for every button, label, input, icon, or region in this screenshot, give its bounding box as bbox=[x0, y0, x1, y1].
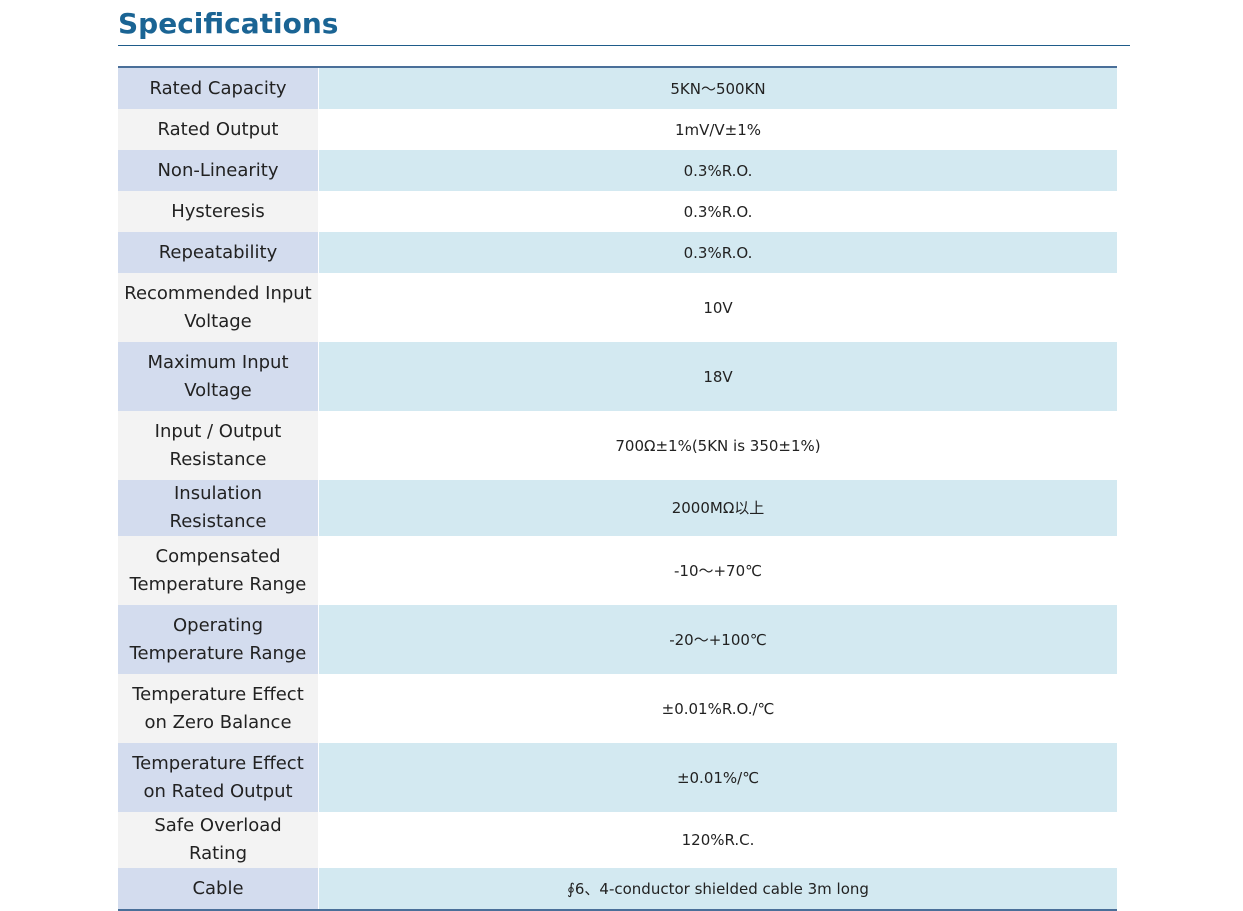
spec-label: Hysteresis bbox=[118, 191, 319, 232]
spec-value: ∮6、4-conductor shielded cable 3m long bbox=[318, 868, 1117, 910]
spec-value: 10V bbox=[318, 273, 1117, 342]
spec-label: Non-Linearity bbox=[118, 150, 319, 191]
spec-value: 5KN～500KN bbox=[318, 67, 1117, 109]
table-row: Insulation Resistance 2000MΩ以上 bbox=[118, 480, 1117, 536]
spec-value: ±0.01%/℃ bbox=[318, 743, 1117, 812]
spec-label: Cable bbox=[118, 868, 319, 910]
table-row: Rated Output 1mV/V±1% bbox=[118, 109, 1117, 150]
spec-label: Recommended Input Voltage bbox=[118, 273, 319, 342]
spec-label: Compensated Temperature Range bbox=[118, 536, 319, 605]
table-row: Operating Temperature Range -20～+100℃ bbox=[118, 605, 1117, 674]
table-row: Temperature Effect on Zero Balance ±0.01… bbox=[118, 674, 1117, 743]
spec-label: Operating Temperature Range bbox=[118, 605, 319, 674]
table-row: Repeatability 0.3%R.O. bbox=[118, 232, 1117, 273]
table-row: Temperature Effect on Rated Output ±0.01… bbox=[118, 743, 1117, 812]
spec-value: -10～+70℃ bbox=[318, 536, 1117, 605]
table-row: Compensated Temperature Range -10～+70℃ bbox=[118, 536, 1117, 605]
spec-value: 18V bbox=[318, 342, 1117, 411]
table-row: Rated Capacity 5KN～500KN bbox=[118, 67, 1117, 109]
table-row: Hysteresis 0.3%R.O. bbox=[118, 191, 1117, 232]
spec-label: Repeatability bbox=[118, 232, 319, 273]
table-row: Maximum Input Voltage 18V bbox=[118, 342, 1117, 411]
spec-value: 1mV/V±1% bbox=[318, 109, 1117, 150]
spec-label: Temperature Effect on Zero Balance bbox=[118, 674, 319, 743]
table-row: Non-Linearity 0.3%R.O. bbox=[118, 150, 1117, 191]
spec-value: 700Ω±1%(5KN is 350±1%) bbox=[318, 411, 1117, 480]
spec-value: 120%R.C. bbox=[318, 812, 1117, 868]
spec-label: Safe Overload Rating bbox=[118, 812, 319, 868]
page-title: Specifications bbox=[118, 7, 339, 40]
spec-value: 0.3%R.O. bbox=[318, 150, 1117, 191]
spec-label: Temperature Effect on Rated Output bbox=[118, 743, 319, 812]
spec-value: 0.3%R.O. bbox=[318, 191, 1117, 232]
table-row: Safe Overload Rating 120%R.C. bbox=[118, 812, 1117, 868]
spec-value: ±0.01%R.O./℃ bbox=[318, 674, 1117, 743]
spec-label: Maximum Input Voltage bbox=[118, 342, 319, 411]
table-row: Input / Output Resistance 700Ω±1%(5KN is… bbox=[118, 411, 1117, 480]
spec-value: -20～+100℃ bbox=[318, 605, 1117, 674]
spec-label: Input / Output Resistance bbox=[118, 411, 319, 480]
specifications-table: Rated Capacity 5KN～500KN Rated Output 1m… bbox=[118, 66, 1117, 911]
spec-label: Rated Capacity bbox=[118, 67, 319, 109]
spec-label: Insulation Resistance bbox=[118, 480, 319, 536]
table-row: Recommended Input Voltage 10V bbox=[118, 273, 1117, 342]
spec-label: Rated Output bbox=[118, 109, 319, 150]
table-row: Cable ∮6、4-conductor shielded cable 3m l… bbox=[118, 868, 1117, 910]
title-divider bbox=[118, 45, 1130, 46]
spec-value: 2000MΩ以上 bbox=[318, 480, 1117, 536]
spec-value: 0.3%R.O. bbox=[318, 232, 1117, 273]
